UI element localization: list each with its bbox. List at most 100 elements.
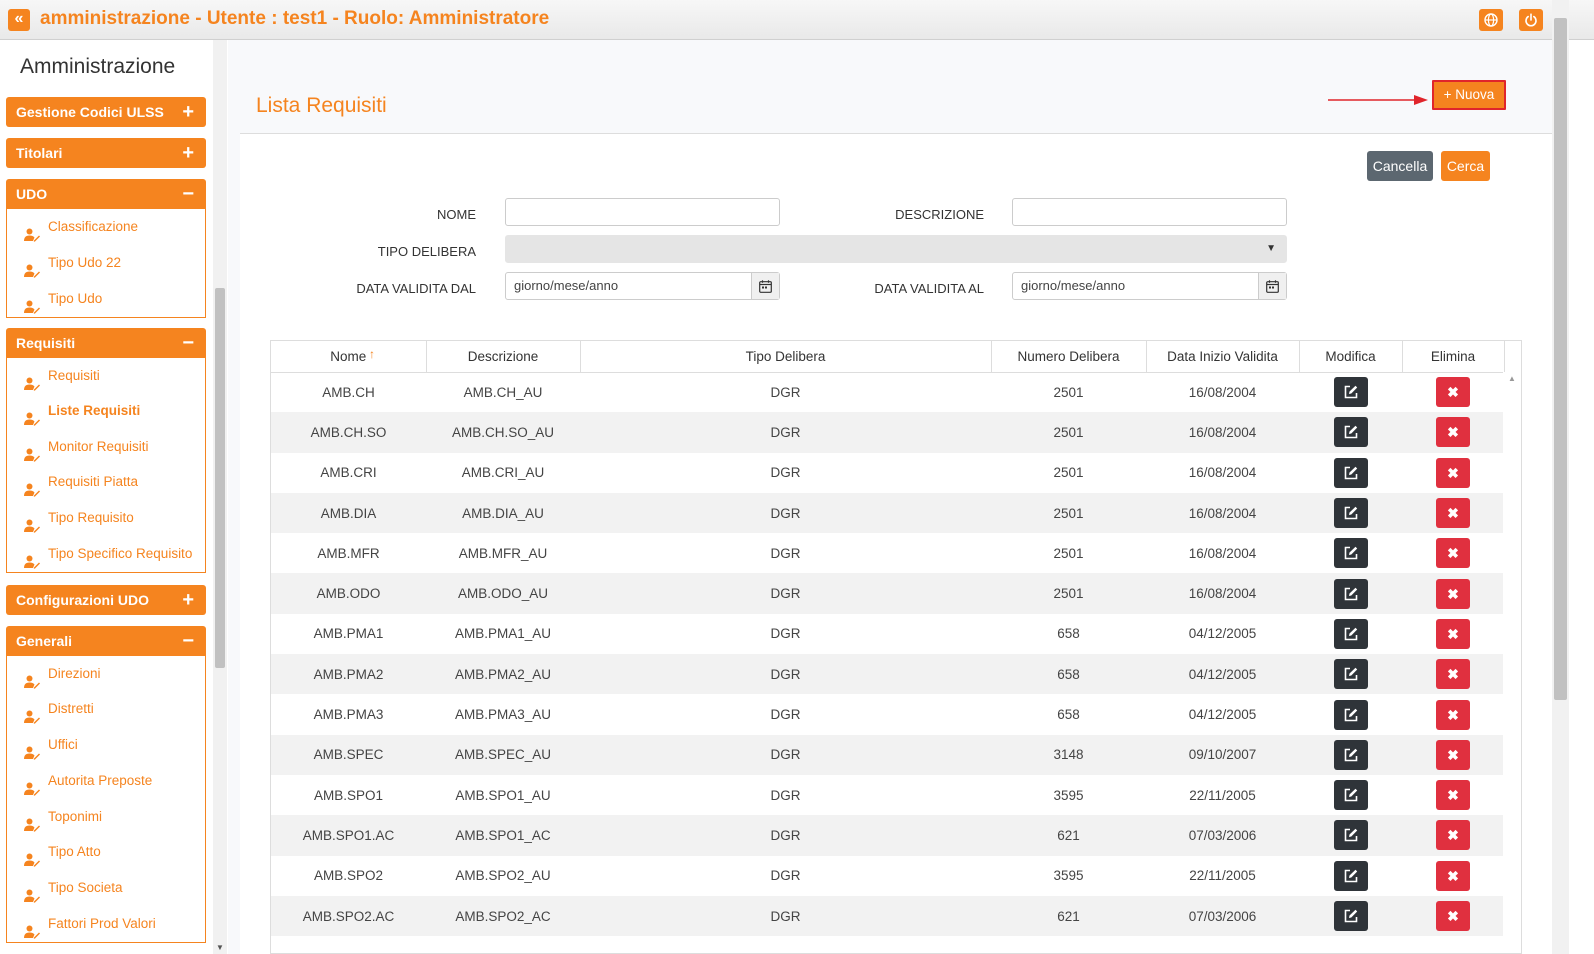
sidebar-section-titolari[interactable]: Titolari +: [6, 138, 206, 168]
column-header-descrizione[interactable]: Descrizione: [426, 341, 581, 373]
edit-icon: [1344, 788, 1357, 802]
table-header-row: Nome ↑ Descrizione Tipo Delibera Numero D…: [271, 341, 1505, 373]
sidebar-item-autorita-preposte[interactable]: Autorita Preposte: [7, 763, 205, 799]
delete-button[interactable]: ✖: [1436, 498, 1470, 529]
sidebar-item-uffici[interactable]: Uffici: [7, 727, 205, 763]
scroll-down-arrow-icon[interactable]: ▼: [216, 943, 224, 952]
new-button[interactable]: + Nuova: [1432, 80, 1506, 110]
sidebar-item-direzioni[interactable]: Direzioni: [7, 656, 205, 691]
delete-button[interactable]: ✖: [1436, 538, 1470, 569]
cell-tipo-delibera: DGR: [580, 815, 991, 856]
nome-label: NOME: [437, 207, 476, 222]
data-validita-al-input[interactable]: giorno/mese/anno: [1012, 272, 1287, 300]
delete-button[interactable]: ✖: [1436, 659, 1470, 690]
delete-button[interactable]: ✖: [1436, 860, 1470, 891]
delete-button[interactable]: ✖: [1436, 578, 1470, 609]
scroll-up-arrow-icon[interactable]: ▲: [1508, 374, 1516, 383]
edit-button[interactable]: [1333, 820, 1368, 851]
edit-button[interactable]: [1333, 457, 1368, 488]
sidebar-item-requisiti[interactable]: Requisiti: [7, 358, 205, 393]
sidebar-item-distretti[interactable]: Distretti: [7, 691, 205, 727]
descrizione-input[interactable]: [1012, 198, 1287, 226]
cancel-button[interactable]: Cancella: [1367, 151, 1433, 181]
cell-tipo-delibera: DGR: [770, 545, 801, 561]
tipo-delibera-select[interactable]: ▼: [505, 235, 1287, 263]
column-header-nome[interactable]: Nome ↑: [271, 341, 427, 373]
delete-button[interactable]: ✖: [1436, 901, 1470, 931]
edit-button[interactable]: [1333, 618, 1368, 649]
delete-button[interactable]: ✖: [1436, 377, 1470, 408]
edit-button[interactable]: [1333, 739, 1368, 770]
sidebar-item-label: Tipo Udo 22: [48, 255, 122, 270]
delete-button[interactable]: ✖: [1436, 618, 1470, 649]
calendar-icon[interactable]: [1258, 273, 1286, 299]
edit-button[interactable]: [1333, 578, 1368, 609]
edit-button[interactable]: [1333, 498, 1368, 529]
sidebar-section-generali[interactable]: Generali −: [6, 626, 206, 656]
expand-icon: +: [182, 589, 194, 611]
table-scrollbar[interactable]: ▲: [1503, 372, 1521, 953]
date-placeholder: giorno/mese/anno: [1021, 278, 1126, 293]
scrollbar-thumb[interactable]: [215, 288, 225, 668]
cell-modifica: [1299, 775, 1402, 815]
sidebar-item-tipo-requisito[interactable]: Tipo Requisito: [7, 500, 205, 536]
collapse-sidebar-button[interactable]: «: [8, 9, 30, 31]
cell-modifica: [1299, 895, 1402, 937]
delete-button[interactable]: ✖: [1436, 780, 1470, 811]
sidebar-item-requisiti-piatta[interactable]: Requisiti Piatta: [7, 464, 205, 500]
data-validita-dal-input[interactable]: giorno/mese/anno: [505, 272, 780, 300]
column-header-data-inizio-validita[interactable]: Data Inizio Validita: [1146, 341, 1300, 373]
power-icon[interactable]: [1519, 9, 1543, 31]
edit-button[interactable]: [1333, 699, 1368, 730]
cell-modifica: [1299, 815, 1402, 856]
sidebar-section-requisiti[interactable]: Requisiti −: [6, 328, 206, 358]
close-icon: ✖: [1447, 424, 1459, 441]
delete-button[interactable]: ✖: [1436, 820, 1470, 851]
delete-button[interactable]: ✖: [1436, 457, 1470, 488]
cell-tipo-delibera: DGR: [770, 465, 801, 481]
cell-modifica: [1299, 654, 1402, 695]
sidebar-scrollbar[interactable]: ▼: [213, 40, 227, 954]
sidebar-section-gestione-codici-ulss[interactable]: Gestione Codici ULSS +: [6, 97, 206, 127]
sidebar-section-udo[interactable]: UDO −: [6, 179, 206, 209]
globe-icon[interactable]: [1479, 9, 1503, 31]
edit-button[interactable]: [1333, 659, 1368, 690]
edit-icon: [1344, 909, 1357, 923]
sidebar-item-tipo-udo-22[interactable]: Tipo Udo 22: [7, 245, 205, 281]
sidebar-item-classificazione[interactable]: Classificazione: [7, 209, 205, 245]
sidebar-section-configurazioni-udo[interactable]: Configurazioni UDO +: [6, 585, 206, 615]
edit-button[interactable]: [1333, 901, 1368, 931]
search-button[interactable]: Cerca: [1441, 151, 1490, 181]
edit-button[interactable]: [1333, 538, 1368, 569]
sidebar-item-fattori-prod-valori[interactable]: Fattori Prod Valori: [7, 906, 205, 942]
sidebar: Amministrazione Gestione Codici ULSS + T…: [0, 40, 214, 954]
data-validita-al-label: DATA VALIDITA AL: [874, 281, 984, 296]
delete-button[interactable]: ✖: [1436, 699, 1470, 730]
calendar-icon[interactable]: [751, 273, 779, 299]
column-header-tipo-delibera[interactable]: Tipo Delibera: [580, 341, 992, 373]
column-header-numero-delibera[interactable]: Numero Delibera: [991, 341, 1147, 373]
sidebar-item-tipo-atto[interactable]: Tipo Atto: [7, 834, 205, 870]
delete-button[interactable]: ✖: [1436, 739, 1470, 770]
collapse-icon: −: [182, 630, 194, 652]
sidebar-item-tipo-udo[interactable]: Tipo Udo: [7, 281, 205, 317]
edit-button[interactable]: [1333, 860, 1368, 891]
edit-button[interactable]: [1333, 417, 1368, 448]
sidebar-item-monitor-requisiti[interactable]: Monitor Requisiti: [7, 429, 205, 464]
delete-button[interactable]: ✖: [1436, 417, 1470, 448]
page-scrollbar[interactable]: [1552, 0, 1569, 954]
nome-input[interactable]: [505, 198, 780, 226]
edit-button[interactable]: [1333, 780, 1368, 811]
sidebar-item-tipo-societa[interactable]: Tipo Societa: [7, 870, 205, 906]
close-icon: ✖: [1447, 384, 1459, 401]
cell-nome: AMB.PMA2: [271, 654, 426, 695]
sidebar-item-liste-requisiti[interactable]: Liste Requisiti: [7, 393, 205, 429]
sidebar-item-tipo-specifico-requisito[interactable]: Tipo Specifico Requisito: [7, 536, 205, 572]
edit-button[interactable]: [1333, 377, 1368, 408]
scrollbar-thumb[interactable]: [1554, 18, 1567, 700]
cell-descrizione: AMB.ODO_AU: [426, 573, 580, 614]
sort-ascending-icon[interactable]: ↑: [369, 347, 375, 361]
close-icon: ✖: [1447, 908, 1459, 924]
sidebar-item-toponimi[interactable]: Toponimi: [7, 799, 205, 834]
sidebar-title: Amministrazione: [20, 55, 176, 78]
